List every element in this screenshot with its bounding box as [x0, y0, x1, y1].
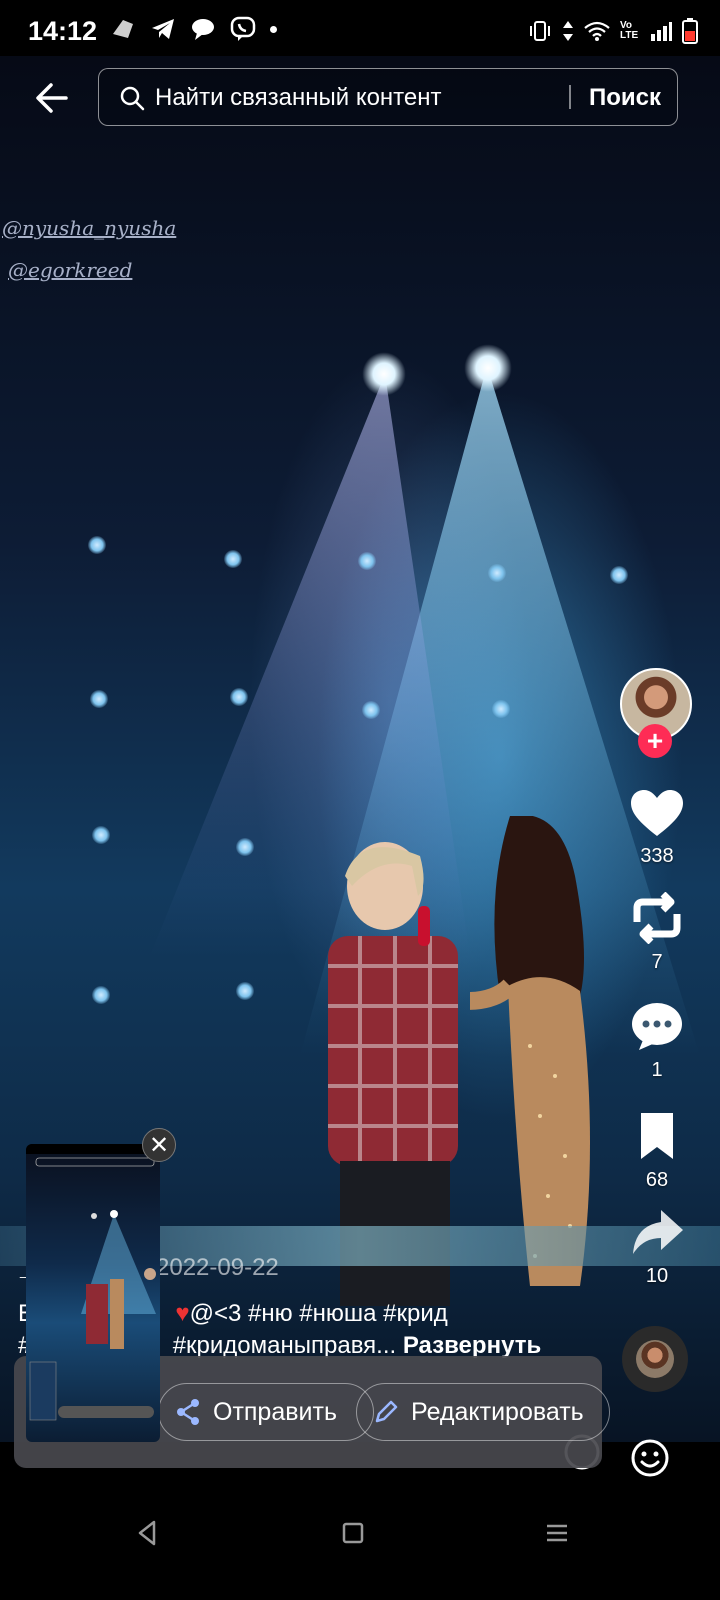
vibrate-icon — [530, 21, 550, 41]
chat-bubble-icon — [192, 19, 214, 40]
status-time: 14:12 — [28, 16, 98, 46]
nav-back-icon[interactable] — [132, 1518, 162, 1548]
search-divider — [569, 85, 571, 109]
wifi-icon — [584, 21, 610, 41]
follow-button[interactable]: + — [638, 724, 672, 758]
caption-hashtags-2[interactable]: #кридоманыправя... — [173, 1332, 396, 1359]
data-arrows-icon — [563, 21, 573, 41]
stage-light-dot — [88, 536, 106, 554]
share-button[interactable]: 10 — [622, 1206, 692, 1288]
repost-count: 7 — [651, 951, 663, 973]
performer-woman — [470, 816, 590, 1286]
thumbnail-close-button[interactable]: ✕ — [142, 1128, 176, 1162]
expand-link[interactable]: Развернуть — [403, 1332, 541, 1359]
status-bar: 14:12 Vo LTE — [0, 0, 720, 56]
music-disc-cover — [636, 1340, 674, 1378]
signal-icon — [651, 22, 672, 41]
volte-icon: Vo LTE — [620, 20, 639, 41]
plus-icon: + — [646, 725, 664, 756]
stage-light-dot — [492, 700, 510, 718]
stage-light-dot — [236, 838, 254, 856]
comment-button[interactable]: 1 — [622, 1000, 692, 1082]
dot-icon — [270, 25, 277, 33]
send-button[interactable]: Отправить — [158, 1383, 374, 1441]
edit-label: Редактировать — [411, 1397, 584, 1426]
emoji-icon[interactable] — [630, 1438, 670, 1478]
broken-heart-icon: ♥ — [175, 1300, 190, 1327]
battery-icon — [682, 18, 698, 44]
comment-icon — [632, 1003, 682, 1050]
caption-hashtags[interactable]: @<3 #ню #нюша #крид — [190, 1300, 448, 1327]
share-arrow-icon — [633, 1210, 683, 1254]
notification-icons — [110, 16, 277, 42]
music-disc[interactable] — [622, 1326, 688, 1392]
stage-light-dot — [92, 986, 110, 1004]
comment-count: 1 — [651, 1059, 663, 1081]
cloud-app-icon — [113, 20, 133, 38]
save-count: 68 — [645, 1169, 669, 1191]
stage-light-dot — [358, 552, 376, 570]
pencil-icon — [375, 1400, 398, 1423]
stage-light-dot — [230, 688, 248, 706]
caption-date: 2022-09-22 — [156, 1254, 279, 1281]
share-count: 10 — [645, 1265, 669, 1287]
back-arrow-icon[interactable] — [32, 78, 72, 118]
stage-light-dot — [488, 564, 506, 582]
repost-button[interactable]: 7 — [622, 891, 692, 974]
bookmark-icon — [641, 1113, 673, 1159]
share-icon — [177, 1399, 199, 1425]
send-label: Отправить — [213, 1397, 337, 1426]
repost-icon — [633, 891, 681, 945]
watermark-egorkreed: @egorkreed — [8, 258, 133, 282]
nav-home-icon[interactable] — [338, 1518, 368, 1548]
thumbnail-preview — [26, 1144, 160, 1421]
stage-light-dot — [610, 566, 628, 584]
telegram-icon — [152, 19, 174, 39]
close-icon: ✕ — [148, 1131, 170, 1159]
system-icons: Vo LTE — [528, 18, 698, 44]
search-icon — [120, 86, 145, 111]
search-input[interactable]: Найти связанный контент — [155, 84, 442, 112]
search-bar[interactable]: Найти связанный контент Поиск — [98, 68, 678, 126]
viber-icon — [230, 16, 256, 41]
like-count: 338 — [640, 845, 674, 867]
heart-icon — [631, 790, 683, 836]
like-button[interactable]: 338 — [622, 788, 692, 868]
stage-light-dot — [236, 982, 254, 1000]
edit-button[interactable]: Редактировать — [356, 1383, 610, 1441]
creator-avatar[interactable]: + — [620, 668, 692, 758]
stage-spotlight — [464, 344, 512, 392]
watermark-nyusha: @nyusha_nyusha — [2, 216, 177, 240]
search-button[interactable]: Поиск — [589, 84, 661, 112]
stage-light-dot — [224, 550, 242, 568]
stage-spotlight — [362, 352, 406, 396]
save-button[interactable]: 68 — [622, 1110, 692, 1192]
nav-menu-icon[interactable] — [542, 1518, 572, 1548]
stage-light-dot — [362, 701, 380, 719]
stage-light-dot — [90, 690, 108, 708]
stage-light-dot — [92, 826, 110, 844]
video-thumbnail[interactable] — [26, 1144, 160, 1442]
